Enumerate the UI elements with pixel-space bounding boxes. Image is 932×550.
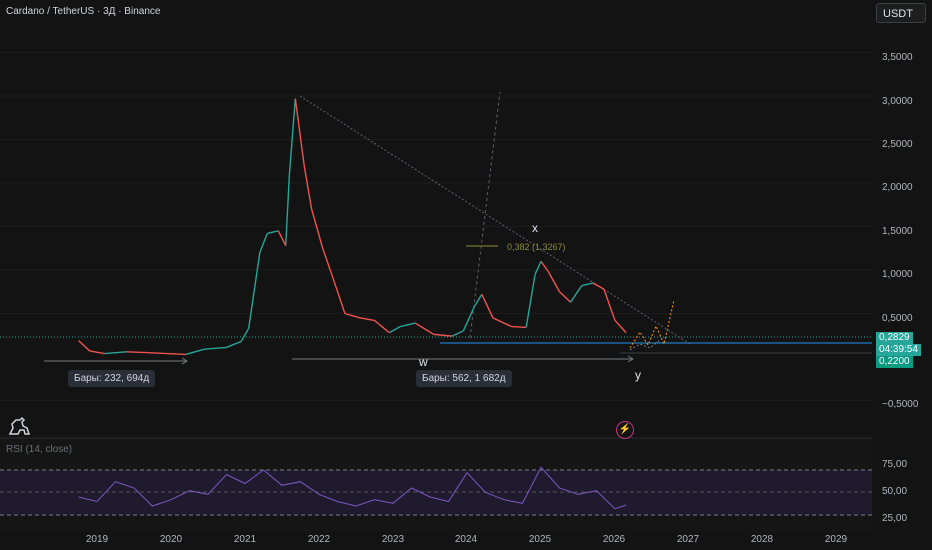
range2-label[interactable]: Бары: 562, 1 682д	[416, 370, 512, 387]
price-label: 3,0000	[882, 96, 913, 107]
time-label: 2019	[85, 534, 109, 545]
countdown-tag: 04:39:54	[876, 344, 921, 356]
time-label: 2026	[602, 534, 626, 545]
symbol-title[interactable]: Cardano / TetherUS · 3Д · Binance	[6, 6, 160, 17]
current-price-tag: 0,2829	[876, 332, 913, 344]
price-label: 1,0000	[882, 269, 913, 280]
price-segment	[126, 351, 149, 354]
chart-canvas[interactable]	[0, 0, 932, 550]
price-label: −0,5000	[882, 399, 919, 410]
range1-label[interactable]: Бары: 232, 694д	[68, 370, 156, 387]
wave-label-y[interactable]: y	[635, 368, 641, 382]
time-label: 2028	[750, 534, 774, 545]
time-label: 2022	[307, 534, 331, 545]
rsi-label: 50,00	[882, 486, 908, 497]
time-label: 2020	[159, 534, 183, 545]
fib-label[interactable]: 0,382 (1,3267)	[507, 242, 566, 252]
price-label: 0,5000	[882, 313, 913, 324]
time-label: 2024	[454, 534, 478, 545]
time-label: 2029	[824, 534, 848, 545]
currency-button[interactable]: USDT	[876, 3, 926, 23]
rsi-title[interactable]: RSI (14, close)	[6, 444, 72, 455]
price-label: 3,5000	[882, 52, 913, 63]
level-price-tag: 0,2200	[876, 356, 913, 368]
price-segment	[167, 352, 186, 356]
wave-label-w[interactable]: w	[419, 355, 428, 369]
time-label: 2027	[676, 534, 700, 545]
rsi-label: 75,00	[882, 459, 908, 470]
rsi-label: 25,00	[882, 513, 908, 524]
tradingview-dino-icon[interactable]	[8, 416, 31, 441]
price-label: 2,5000	[882, 139, 913, 150]
time-label: 2025	[528, 534, 552, 545]
price-segment	[148, 351, 168, 355]
price-label: 1,5000	[882, 226, 913, 237]
price-segment	[511, 325, 527, 329]
price-label: 2,0000	[882, 182, 913, 193]
time-label: 2023	[381, 534, 405, 545]
lightning-icon[interactable]: ⚡	[616, 421, 634, 439]
time-label: 2021	[233, 534, 257, 545]
wave-label-x[interactable]: x	[532, 221, 538, 235]
